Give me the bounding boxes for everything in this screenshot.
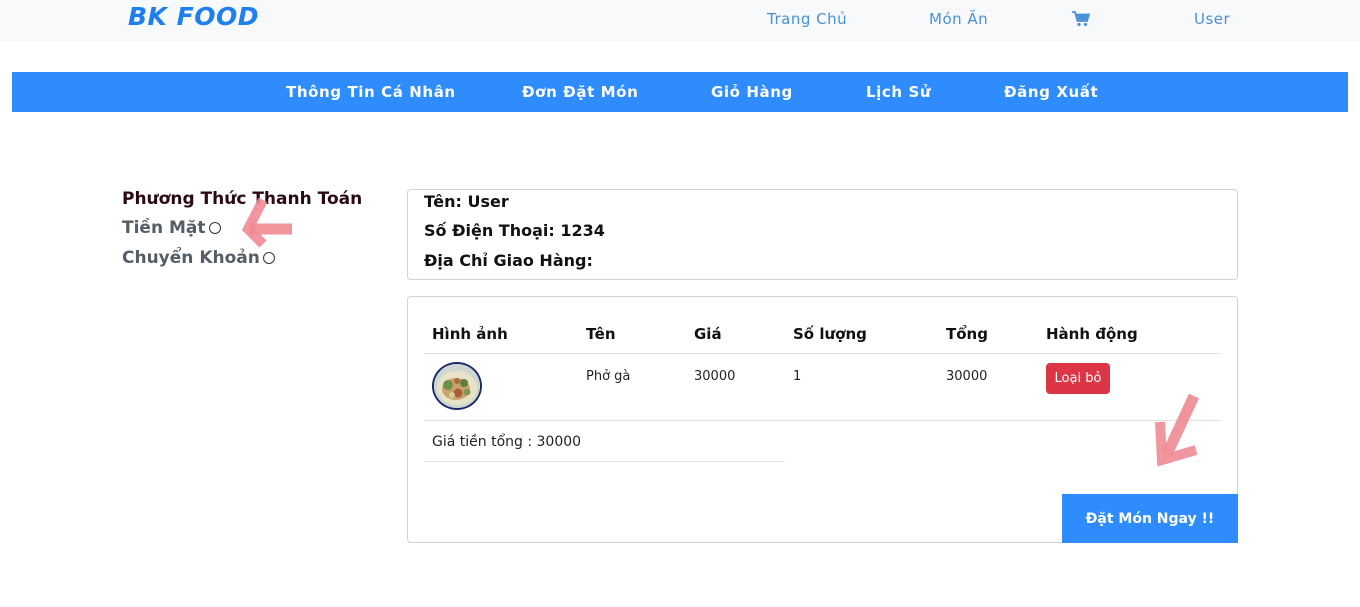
subnav-logout[interactable]: Đăng Xuất — [1004, 83, 1098, 101]
payment-option-cash[interactable]: Tiền Mặt — [122, 218, 221, 238]
col-header-quantity: Số lượng — [793, 325, 867, 343]
nav-link-user[interactable]: User — [1194, 10, 1230, 28]
row-divider — [424, 420, 1221, 421]
remove-item-button[interactable]: Loại bỏ — [1046, 363, 1110, 394]
annotation-arrow-down-icon — [1155, 393, 1199, 467]
cart-item-quantity: 1 — [793, 369, 802, 384]
subnav-history[interactable]: Lịch Sử — [866, 83, 931, 101]
annotation-arrow-left-icon — [241, 197, 292, 248]
food-thumbnail — [432, 362, 482, 410]
payment-option-transfer-label: Chuyển Khoản — [122, 248, 260, 268]
subnav-cart[interactable]: Giỏ Hàng — [711, 83, 793, 101]
nav-link-home[interactable]: Trang Chủ — [767, 10, 847, 28]
transfer-radio[interactable] — [262, 252, 275, 264]
header-divider — [424, 353, 1221, 354]
place-order-button[interactable]: Đặt Món Ngay !! — [1062, 494, 1238, 543]
cash-radio[interactable] — [208, 222, 221, 234]
total-divider — [424, 461, 785, 462]
site-logo[interactable]: BK FOOD — [128, 2, 259, 31]
cart-grand-total: Giá tiền tổng : 30000 — [432, 434, 582, 450]
col-header-price: Giá — [694, 325, 722, 343]
nav-link-dishes[interactable]: Món Ăn — [929, 10, 988, 28]
shopping-cart-icon[interactable] — [1072, 11, 1090, 27]
cart-card: Hình ảnh Tên Giá Số lượng Tổng Hành động… — [407, 296, 1238, 543]
payment-option-transfer[interactable]: Chuyển Khoản — [122, 248, 275, 268]
cart-item-total: 30000 — [946, 369, 988, 384]
customer-name: Tên: User — [424, 192, 509, 211]
top-header: BK FOOD Trang Chủ Món Ăn User — [0, 0, 1360, 42]
account-nav-bar: Thông Tin Cá Nhân Đơn Đặt Món Giỏ Hàng L… — [12, 72, 1348, 112]
delivery-address: Địa Chỉ Giao Hàng: — [424, 251, 593, 270]
col-header-name: Tên — [586, 325, 616, 343]
customer-phone: Số Điện Thoại: 1234 — [424, 221, 605, 240]
subnav-personal-info[interactable]: Thông Tin Cá Nhân — [286, 83, 456, 101]
col-header-total: Tổng — [946, 325, 988, 343]
delivery-info-card: Tên: User Số Điện Thoại: 1234 Địa Chỉ Gi… — [407, 189, 1238, 280]
cart-item-price: 30000 — [694, 369, 736, 384]
col-header-action: Hành động — [1046, 325, 1138, 343]
cart-item-name: Phở gà — [586, 369, 631, 384]
subnav-orders[interactable]: Đơn Đặt Món — [522, 83, 638, 101]
payment-option-cash-label: Tiền Mặt — [122, 218, 206, 238]
col-header-image: Hình ảnh — [432, 325, 508, 343]
